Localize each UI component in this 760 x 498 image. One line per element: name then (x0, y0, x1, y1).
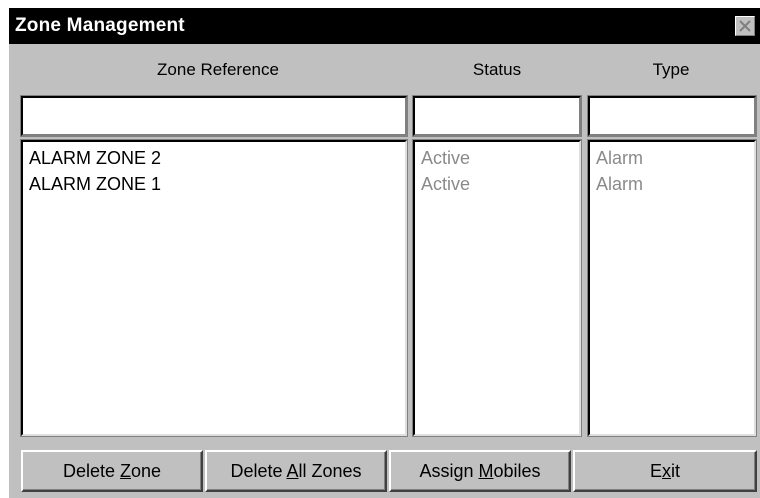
assign-mobiles-label: Assign Mobiles (419, 461, 541, 481)
title-bar[interactable]: Zone Management (9, 8, 760, 44)
list-item[interactable]: Active (421, 145, 573, 171)
assign-mobiles-button[interactable]: Assign Mobiles (389, 450, 571, 492)
column-header-zone-reference: Zone Reference (157, 60, 279, 79)
close-button[interactable] (735, 16, 755, 36)
zone-reference-filter-input[interactable] (23, 98, 405, 134)
status-filter-field[interactable] (412, 95, 582, 137)
status-list[interactable]: Active Active (412, 139, 582, 437)
delete-zone-button[interactable]: Delete Zone (21, 450, 203, 492)
list-item[interactable]: ALARM ZONE 1 (29, 171, 399, 197)
list-item[interactable]: Active (421, 171, 573, 197)
close-x-icon (739, 20, 751, 32)
delete-all-zones-label: Delete All Zones (230, 461, 362, 481)
list-item[interactable]: ALARM ZONE 2 (29, 145, 399, 171)
delete-all-zones-button[interactable]: Delete All Zones (205, 450, 387, 492)
type-filter-input[interactable] (590, 98, 754, 134)
zone-reference-filter-field[interactable] (20, 95, 408, 137)
zone-management-window: Zone Management Zone Reference Status Ty… (8, 8, 760, 498)
type-list[interactable]: Alarm Alarm (587, 139, 757, 437)
list-item[interactable]: Alarm (596, 171, 748, 197)
delete-zone-label: Delete Zone (62, 461, 162, 481)
column-header-status: Status (472, 60, 522, 79)
exit-button[interactable]: Exit (573, 450, 757, 492)
list-item[interactable]: Alarm (596, 145, 748, 171)
status-filter-input[interactable] (415, 98, 579, 134)
zone-reference-list[interactable]: ALARM ZONE 2 ALARM ZONE 1 (20, 139, 408, 437)
window-title: Zone Management (15, 15, 185, 36)
exit-label: Exit (649, 461, 680, 481)
type-filter-field[interactable] (587, 95, 757, 137)
column-header-type: Type (652, 60, 690, 79)
